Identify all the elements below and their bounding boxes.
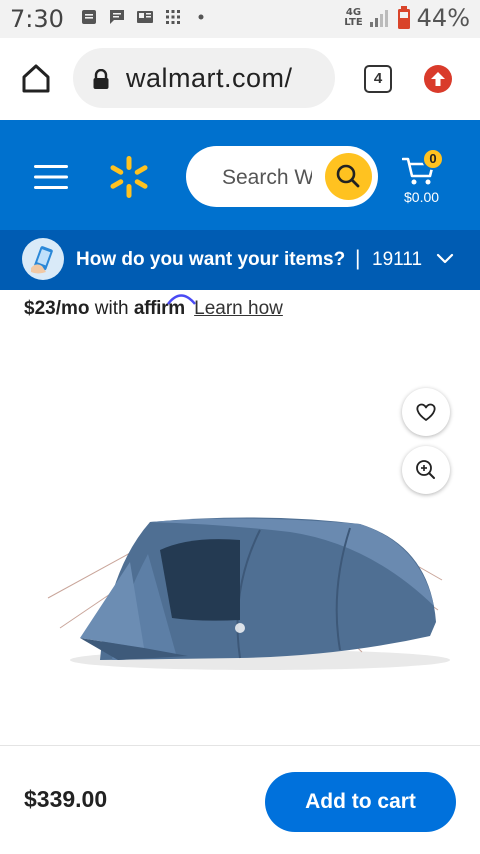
bottom-purchase-bar: $339.00 Add to cart (0, 745, 480, 854)
product-tent-image (47, 517, 450, 670)
cart-total: $0.00 (404, 189, 440, 205)
dot-icon (198, 14, 204, 20)
chevron-down-icon (436, 253, 454, 264)
delivery-phone-icon (22, 238, 64, 280)
address-bar[interactable]: walmart.com/ (73, 48, 335, 108)
phone-hand-icon (31, 246, 53, 274)
affirm-with: with (94, 298, 129, 319)
zoom-in-icon (416, 460, 435, 479)
cart-button[interactable]: 0 $0.00 (398, 148, 448, 208)
product-image-area (0, 330, 480, 740)
browser-toolbar: walmart.com/ 4 (0, 38, 480, 120)
search-button[interactable] (325, 153, 372, 200)
tabs-button[interactable]: 4 (364, 65, 392, 93)
affirm-financing: $23/mo with affirm Learn how (24, 294, 283, 320)
delivery-question: How do you want your items? (76, 249, 346, 270)
delivery-selector[interactable]: How do you want your items? | 19111 (0, 230, 480, 290)
lock-icon (93, 69, 109, 89)
apps-grid-icon (166, 10, 180, 24)
search-icon (336, 164, 360, 188)
favorite-button[interactable] (402, 388, 450, 436)
update-button[interactable] (424, 65, 452, 93)
walmart-spark-logo[interactable] (106, 154, 152, 200)
affirm-logo: affirm (134, 294, 196, 319)
product-price: $339.00 (24, 786, 108, 812)
affirm-arc-icon (166, 294, 196, 305)
signal-icon (369, 10, 388, 27)
search-input[interactable] (222, 164, 312, 192)
network-type: 4G LTE (344, 7, 363, 28)
message-icon (110, 10, 124, 24)
home-icon[interactable] (18, 60, 54, 96)
monthly-price: $23/mo (24, 298, 90, 319)
hamburger-menu-icon[interactable] (34, 164, 68, 190)
delivery-zip: 19111 (372, 249, 423, 270)
url-text: walmart.com/ (126, 63, 293, 93)
status-time: 7:30 (10, 5, 64, 33)
notes-icon (82, 10, 96, 24)
site-header: 0 $0.00 How do you want your items? | 19… (0, 120, 480, 290)
news-icon (137, 11, 153, 23)
learn-how-link[interactable]: Learn how (194, 298, 283, 319)
search-bar[interactable] (186, 146, 378, 207)
zoom-button[interactable] (402, 446, 450, 494)
heart-icon (416, 403, 436, 421)
battery-percent: 44% (416, 4, 470, 32)
battery-icon (397, 6, 410, 29)
cart-count-badge: 0 (422, 148, 444, 170)
status-right: 4G LTE 44% (344, 4, 470, 32)
notification-icons (80, 8, 210, 26)
delivery-separator: | (355, 247, 361, 270)
update-arrow-icon (431, 72, 445, 86)
add-to-cart-button[interactable]: Add to cart (265, 772, 456, 832)
status-bar: 7:30 4G LTE 44% (0, 0, 480, 38)
